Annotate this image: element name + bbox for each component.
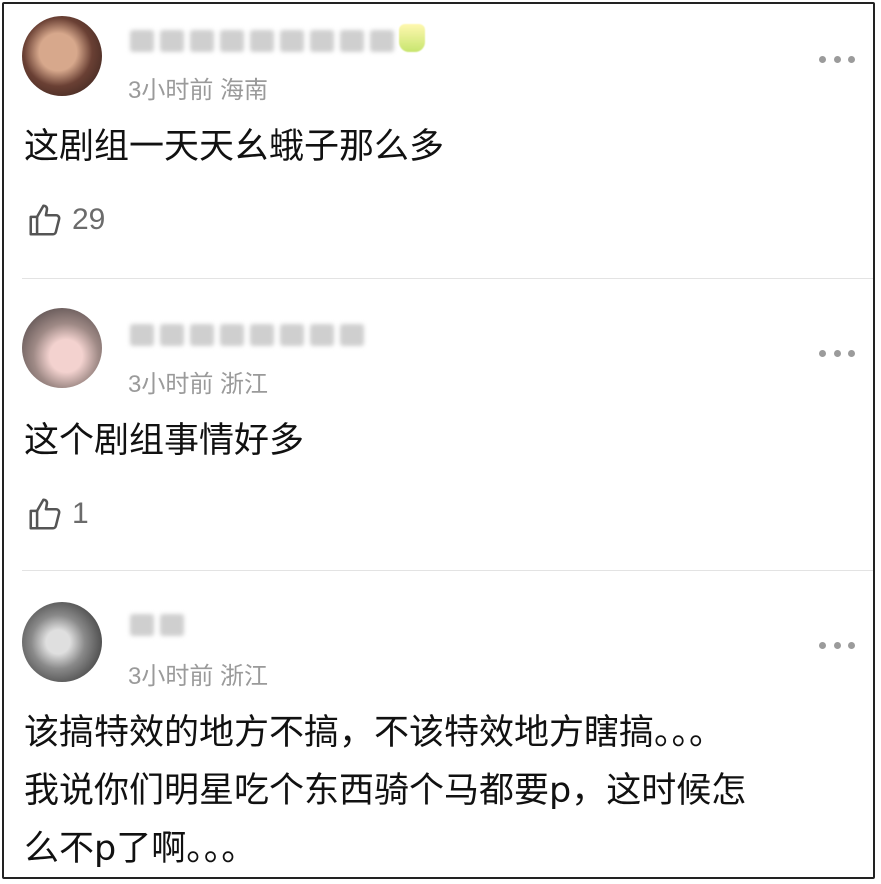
comment-text: 该搞特效的地方不搞，不该特效地方瞎搞。。。 我说你们明星吃个东西骑个马都要p，这… [24,713,747,869]
avatar[interactable] [22,308,102,388]
comment-item: 3小时前 海南 这剧组一天天幺蛾子那么多 29 [4,4,873,280]
user-badge-icon [399,24,425,52]
like-button[interactable]: 1 [26,494,89,534]
comment-list: 3小时前 海南 这剧组一天天幺蛾子那么多 29 3小时前 浙江 这个剧组事情好多 [2,2,875,879]
comment-location: 浙江 [220,663,269,690]
like-button[interactable]: 29 [26,200,105,240]
comment-item: 3小时前 浙江 这个剧组事情好多 1 [4,280,873,572]
username-blurred[interactable] [130,322,364,348]
comment-time: 3小时前 [128,663,214,690]
username-blurred[interactable] [130,28,394,54]
comment-item: 3小时前 浙江 该搞特效的地方不搞，不该特效地方瞎搞。。。 我说你们明星吃个东西… [4,572,873,877]
comment-text: 这剧组一天天幺蛾子那么多 [24,127,445,167]
comment-meta: 3小时前 海南 [128,70,268,105]
divider [22,278,873,279]
avatar[interactable] [22,16,102,96]
comment-meta: 3小时前 浙江 [128,656,268,691]
comment-meta: 3小时前 浙江 [128,364,268,399]
like-count: 29 [72,203,106,236]
comment-location: 浙江 [220,371,269,398]
like-count: 1 [72,497,89,530]
avatar[interactable] [22,602,102,682]
divider [22,570,873,571]
comment-time: 3小时前 [128,77,214,104]
comment-text: 这个剧组事情好多 [24,421,305,461]
thumbs-up-icon [29,498,61,530]
thumbs-up-icon [29,204,61,236]
more-dots-icon[interactable] [819,348,855,358]
more-dots-icon[interactable] [819,640,855,650]
comment-location: 海南 [220,77,269,104]
username-blurred[interactable] [130,612,184,638]
more-dots-icon[interactable] [819,54,855,64]
comment-time: 3小时前 [128,371,214,398]
